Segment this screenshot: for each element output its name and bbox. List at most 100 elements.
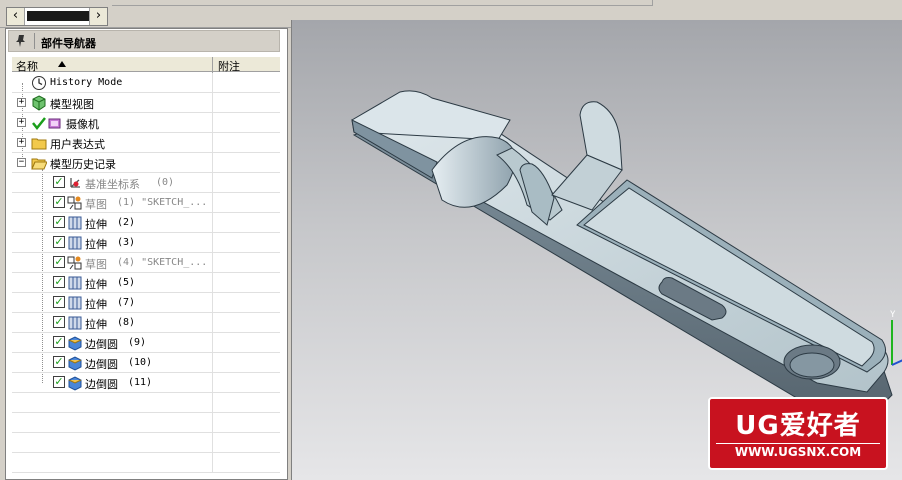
- column-divider: [212, 293, 213, 313]
- clock-icon: [31, 75, 47, 91]
- tree-row-feature[interactable]: ✓ 边倒圆 (9): [12, 333, 280, 353]
- edge-blend-icon: [67, 355, 83, 371]
- visibility-checkbox[interactable]: ✓: [53, 336, 65, 348]
- check-icon: [31, 115, 47, 131]
- visibility-checkbox[interactable]: ✓: [53, 256, 65, 268]
- part-navigator-header: 部件导航器: [8, 30, 280, 52]
- tree-item-suffix: (8): [117, 317, 136, 328]
- column-divider: [212, 353, 213, 373]
- column-note-header[interactable]: 附注: [218, 58, 240, 74]
- tab-scroller: ‹ ›: [6, 7, 108, 26]
- tree-row-feature[interactable]: ✓ 草图 (1) "SKETCH_...: [12, 193, 280, 213]
- sort-ascending-icon: [58, 61, 66, 67]
- tree-item-label: 拉伸: [85, 298, 107, 311]
- column-divider: [212, 153, 213, 173]
- camera-icon: [47, 115, 63, 131]
- tree-row-feature[interactable]: ✓ 拉伸 (2): [12, 213, 280, 233]
- tree-item-label: 边倒圆: [85, 338, 118, 351]
- visibility-checkbox[interactable]: ✓: [53, 216, 65, 228]
- column-divider: [212, 173, 213, 193]
- column-divider: [212, 73, 213, 93]
- visibility-checkbox[interactable]: ✓: [53, 176, 65, 188]
- column-divider: [212, 273, 213, 293]
- column-divider: [212, 413, 213, 433]
- navigator-tree: History Mode + 模型视图 + 摄像机 + 用户表达式 − 模型历史…: [12, 73, 280, 480]
- watermark-logo: UG爱好者 WWW.UGSNX.COM: [708, 397, 888, 470]
- z-axis-icon: [891, 359, 902, 366]
- visibility-checkbox[interactable]: ✓: [53, 276, 65, 288]
- column-divider: [212, 393, 213, 413]
- tree-row-feature[interactable]: ✓ 拉伸 (8): [12, 313, 280, 333]
- visibility-checkbox[interactable]: ✓: [53, 316, 65, 328]
- tree-item-label: 模型历史记录: [50, 158, 116, 171]
- tree-item-label: History Mode: [50, 77, 123, 88]
- tree-item-suffix: (7): [117, 297, 136, 308]
- scroll-left-button[interactable]: ‹: [7, 8, 25, 25]
- tree-item-label: 基准坐标系: [85, 178, 140, 191]
- expand-toggle[interactable]: +: [17, 118, 26, 127]
- sketch-icon: [67, 255, 83, 271]
- tree-item-suffix: (2): [117, 217, 136, 228]
- tree-item-label: 模型视图: [50, 98, 94, 111]
- tab-strip-area: [27, 11, 89, 21]
- visibility-checkbox[interactable]: ✓: [53, 356, 65, 368]
- tree-row-model-history[interactable]: − 模型历史记录: [12, 153, 280, 173]
- tree-row-history-mode[interactable]: History Mode: [12, 73, 280, 93]
- collapse-toggle[interactable]: −: [17, 158, 26, 167]
- edge-blend-icon: [67, 375, 83, 391]
- tree-item-suffix: (3): [117, 237, 136, 248]
- watermark-url: WWW.UGSNX.COM: [710, 445, 886, 459]
- edge-blend-icon: [67, 335, 83, 351]
- tree-item-label: 边倒圆: [85, 358, 118, 371]
- visibility-checkbox[interactable]: ✓: [53, 196, 65, 208]
- model-view-icon: [31, 95, 47, 111]
- column-divider: [212, 133, 213, 153]
- expand-toggle[interactable]: +: [17, 98, 26, 107]
- tree-row-feature[interactable]: ✓ 边倒圆 (11): [12, 373, 280, 393]
- column-divider: [212, 93, 213, 113]
- column-divider: [212, 433, 213, 453]
- column-divider: [212, 333, 213, 353]
- visibility-checkbox[interactable]: ✓: [53, 376, 65, 388]
- column-divider: [212, 373, 213, 393]
- tree-row-feature[interactable]: ✓ 拉伸 (7): [12, 293, 280, 313]
- tree-row-model-views[interactable]: + 模型视图: [12, 93, 280, 113]
- column-divider: [212, 233, 213, 253]
- column-divider: [212, 213, 213, 233]
- datum-csys-icon: [67, 175, 83, 191]
- visibility-checkbox[interactable]: ✓: [53, 296, 65, 308]
- column-divider: [212, 313, 213, 333]
- tree-row-feature[interactable]: ✓ 边倒圆 (10): [12, 353, 280, 373]
- axis-y-label: Y: [890, 310, 896, 320]
- tree-row-user-expressions[interactable]: + 用户表达式: [12, 133, 280, 153]
- tree-row-feature[interactable]: ✓ 拉伸 (5): [12, 273, 280, 293]
- watermark-brand: UG爱好者: [735, 411, 861, 441]
- scroll-right-button[interactable]: ›: [89, 8, 107, 25]
- column-resize-handle[interactable]: [212, 57, 213, 73]
- divider: [652, 0, 653, 6]
- tree-row-feature[interactable]: ✓ 草图 (4) "SKETCH_...: [12, 253, 280, 273]
- tree-row-feature[interactable]: ✓ 基准坐标系 (0): [12, 173, 280, 193]
- empty-row: [12, 393, 280, 413]
- tree-item-suffix: (11): [128, 377, 153, 388]
- tree-row-feature[interactable]: ✓ 拉伸 (3): [12, 233, 280, 253]
- tree-item-suffix: (5): [117, 277, 136, 288]
- extrude-icon: [67, 235, 83, 251]
- column-divider: [212, 113, 213, 133]
- column-divider: [212, 253, 213, 273]
- tree-item-label: 边倒圆: [85, 378, 118, 391]
- visibility-checkbox[interactable]: ✓: [53, 236, 65, 248]
- pin-icon[interactable]: [15, 34, 27, 51]
- tree-item-label: 草图: [85, 258, 107, 271]
- tree-item-label: 用户表达式: [50, 138, 105, 151]
- tree-item-label: 拉伸: [85, 238, 107, 251]
- folder-open-icon: [31, 155, 48, 171]
- tree-row-cameras[interactable]: + 摄像机: [12, 113, 280, 133]
- tree-item-suffix: (1) "SKETCH_...: [117, 197, 208, 208]
- column-name-header[interactable]: 名称: [16, 58, 38, 74]
- divider: [112, 5, 652, 6]
- tree-item-label: 拉伸: [85, 318, 107, 331]
- tree-item-suffix: (10): [128, 357, 153, 368]
- column-header: 名称 附注: [12, 56, 280, 74]
- expand-toggle[interactable]: +: [17, 138, 26, 147]
